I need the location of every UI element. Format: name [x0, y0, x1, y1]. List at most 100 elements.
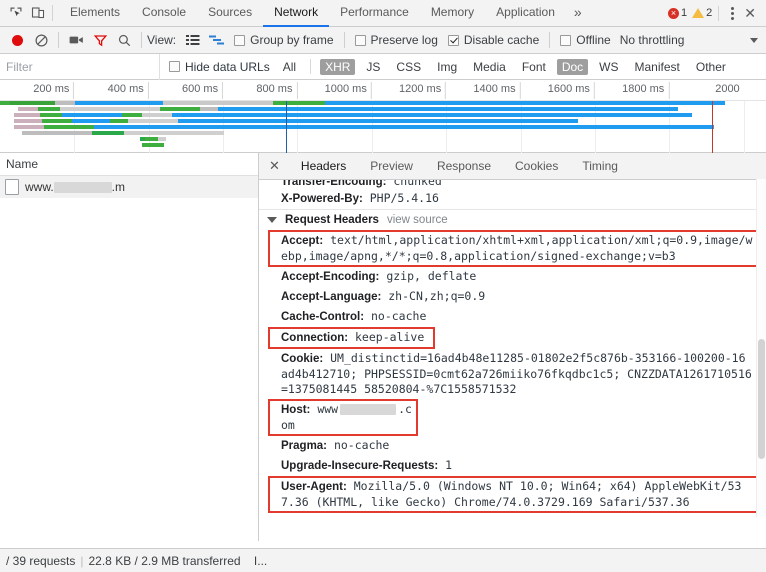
list-view-icon[interactable]	[181, 29, 205, 51]
tab-application[interactable]: Application	[485, 0, 566, 27]
hide-data-urls-control[interactable]: Hide data URLs	[169, 60, 275, 74]
header-value: PHP/5.4.16	[362, 191, 439, 205]
tab-sources[interactable]: Sources	[197, 0, 263, 27]
hide-data-urls-label: Hide data URLs	[185, 59, 270, 74]
device-toolbar-icon[interactable]	[27, 2, 49, 24]
details-tabs: ✕ Headers Preview Response Cookies Timin…	[259, 153, 766, 180]
waterfall-bar	[172, 113, 692, 117]
waterfall-view-icon[interactable]	[205, 29, 229, 51]
filter-divider	[310, 59, 312, 74]
header-host: Host: www .com	[269, 400, 417, 435]
offline-checkbox[interactable]	[560, 34, 572, 46]
clear-button[interactable]	[29, 29, 53, 51]
request-headers-section[interactable]: Request Headers view source	[259, 209, 766, 230]
devtools-tabbar: Elements Console Sources Network Perform…	[0, 0, 766, 27]
filter-type-xhr[interactable]: XHR	[320, 58, 356, 75]
close-details-icon[interactable]: ✕	[259, 158, 289, 174]
waterfall-bar	[55, 101, 75, 105]
header-transfer-encoding: Transfer-Encoding: chunked	[259, 180, 766, 189]
offline-control[interactable]: Offline	[555, 33, 615, 47]
network-body: Name www. .m ✕ Headers Preview Response C…	[0, 153, 766, 541]
tab-timing[interactable]: Timing	[570, 154, 630, 179]
request-name-suffix: .m	[111, 180, 126, 194]
waterfall-bar	[140, 137, 145, 141]
filter-type-all[interactable]: All	[278, 59, 301, 75]
filter-type-css[interactable]: CSS	[391, 59, 426, 75]
group-by-frame-label: Group by frame	[250, 33, 334, 47]
chevron-down-icon[interactable]	[742, 29, 766, 51]
filter-type-js[interactable]: JS	[361, 59, 385, 75]
warning-badge[interactable]: 2	[692, 7, 712, 19]
waterfall-bar	[22, 131, 92, 135]
section-title: Request Headers	[285, 214, 379, 226]
waterfall-bar	[124, 131, 224, 135]
filter-type-ws[interactable]: WS	[594, 59, 623, 75]
throttling-select[interactable]: No throttling	[616, 33, 685, 47]
preserve-log-label: Preserve log	[370, 33, 438, 47]
preserve-log-checkbox[interactable]	[354, 34, 366, 46]
overview-waterfall[interactable]	[0, 101, 766, 153]
close-devtools-icon[interactable]: ✕	[742, 5, 762, 22]
filter-icon[interactable]	[88, 29, 112, 51]
filter-type-doc[interactable]: Doc	[556, 58, 589, 75]
view-label: View:	[147, 33, 177, 47]
status-overflow: I...	[253, 553, 268, 568]
waterfall-bar	[142, 143, 164, 147]
header-value: gzip, deflate	[379, 269, 477, 283]
tab-cookies[interactable]: Cookies	[503, 154, 570, 179]
filter-type-img[interactable]: Img	[432, 59, 462, 75]
timeline-tick: 600 ms	[182, 82, 224, 99]
error-icon: ×	[668, 7, 680, 19]
chevron-down-icon[interactable]	[267, 217, 277, 223]
disable-cache-control[interactable]: Disable cache	[443, 33, 544, 47]
filter-type-other[interactable]: Other	[691, 59, 731, 75]
more-tabs-icon[interactable]: »	[566, 0, 590, 27]
waterfall-bar	[14, 119, 42, 123]
requests-list: Name www. .m	[0, 153, 259, 541]
tabbar-divider	[52, 5, 53, 21]
timeline-tick: 1600 ms	[548, 82, 595, 99]
tab-performance[interactable]: Performance	[329, 0, 420, 27]
requests-column-header[interactable]: Name	[0, 153, 258, 176]
header-value: www	[310, 402, 339, 416]
filter-type-manifest[interactable]: Manifest	[630, 59, 685, 75]
table-row[interactable]: www. .m	[0, 176, 258, 198]
header-value: UM_distinctid=16ad4b48e11285-01802e2f5c8…	[281, 351, 752, 396]
tab-headers[interactable]: Headers	[289, 154, 358, 179]
devtools-menu-icon[interactable]	[725, 6, 740, 20]
tab-memory[interactable]: Memory	[420, 0, 485, 27]
filter-type-font[interactable]: Font	[517, 59, 551, 75]
group-by-frame-control[interactable]: Group by frame	[229, 33, 338, 47]
tab-network[interactable]: Network	[263, 0, 330, 27]
waterfall-bar	[62, 113, 122, 117]
inspect-element-icon[interactable]	[5, 2, 27, 24]
error-badge[interactable]: × 1	[668, 7, 687, 19]
tab-elements[interactable]: Elements	[59, 0, 131, 27]
warning-count: 2	[706, 7, 713, 19]
view-source-link[interactable]: view source	[387, 214, 448, 226]
record-button[interactable]	[5, 29, 29, 51]
tab-console[interactable]: Console	[131, 0, 197, 27]
header-pragma: Pragma: no-cache	[259, 436, 766, 456]
filter-type-media[interactable]: Media	[468, 59, 511, 75]
tab-response[interactable]: Response	[425, 154, 503, 179]
timeline-tick: 200 ms	[33, 82, 75, 99]
waterfall-bar	[110, 119, 128, 123]
header-user-agent: User-Agent: Mozilla/5.0 (Windows NT 10.0…	[269, 477, 758, 512]
filter-input[interactable]: Filter	[0, 53, 160, 80]
tabbar-right-divider	[718, 5, 720, 21]
header-user-agent-highlight: User-Agent: Mozilla/5.0 (Windows NT 10.0…	[268, 476, 759, 513]
header-name: User-Agent:	[281, 481, 347, 493]
details-scrollbar[interactable]	[756, 179, 766, 517]
scrollbar-thumb[interactable]	[758, 339, 765, 459]
preserve-log-control[interactable]: Preserve log	[350, 33, 443, 47]
tab-preview[interactable]: Preview	[358, 154, 425, 179]
disable-cache-checkbox[interactable]	[447, 34, 459, 46]
network-overview[interactable]: 200 ms 400 ms 600 ms 800 ms 1000 ms 1200 ms 14…	[0, 80, 766, 153]
capture-screenshots-icon[interactable]	[64, 29, 88, 51]
timeline-tick: 1000 ms	[325, 82, 372, 99]
group-by-frame-checkbox[interactable]	[234, 34, 246, 46]
search-icon[interactable]	[112, 29, 136, 51]
headers-panel[interactable]: Transfer-Encoding: chunked X-Powered-By:…	[259, 180, 766, 525]
hide-data-urls-checkbox[interactable]	[169, 61, 180, 72]
